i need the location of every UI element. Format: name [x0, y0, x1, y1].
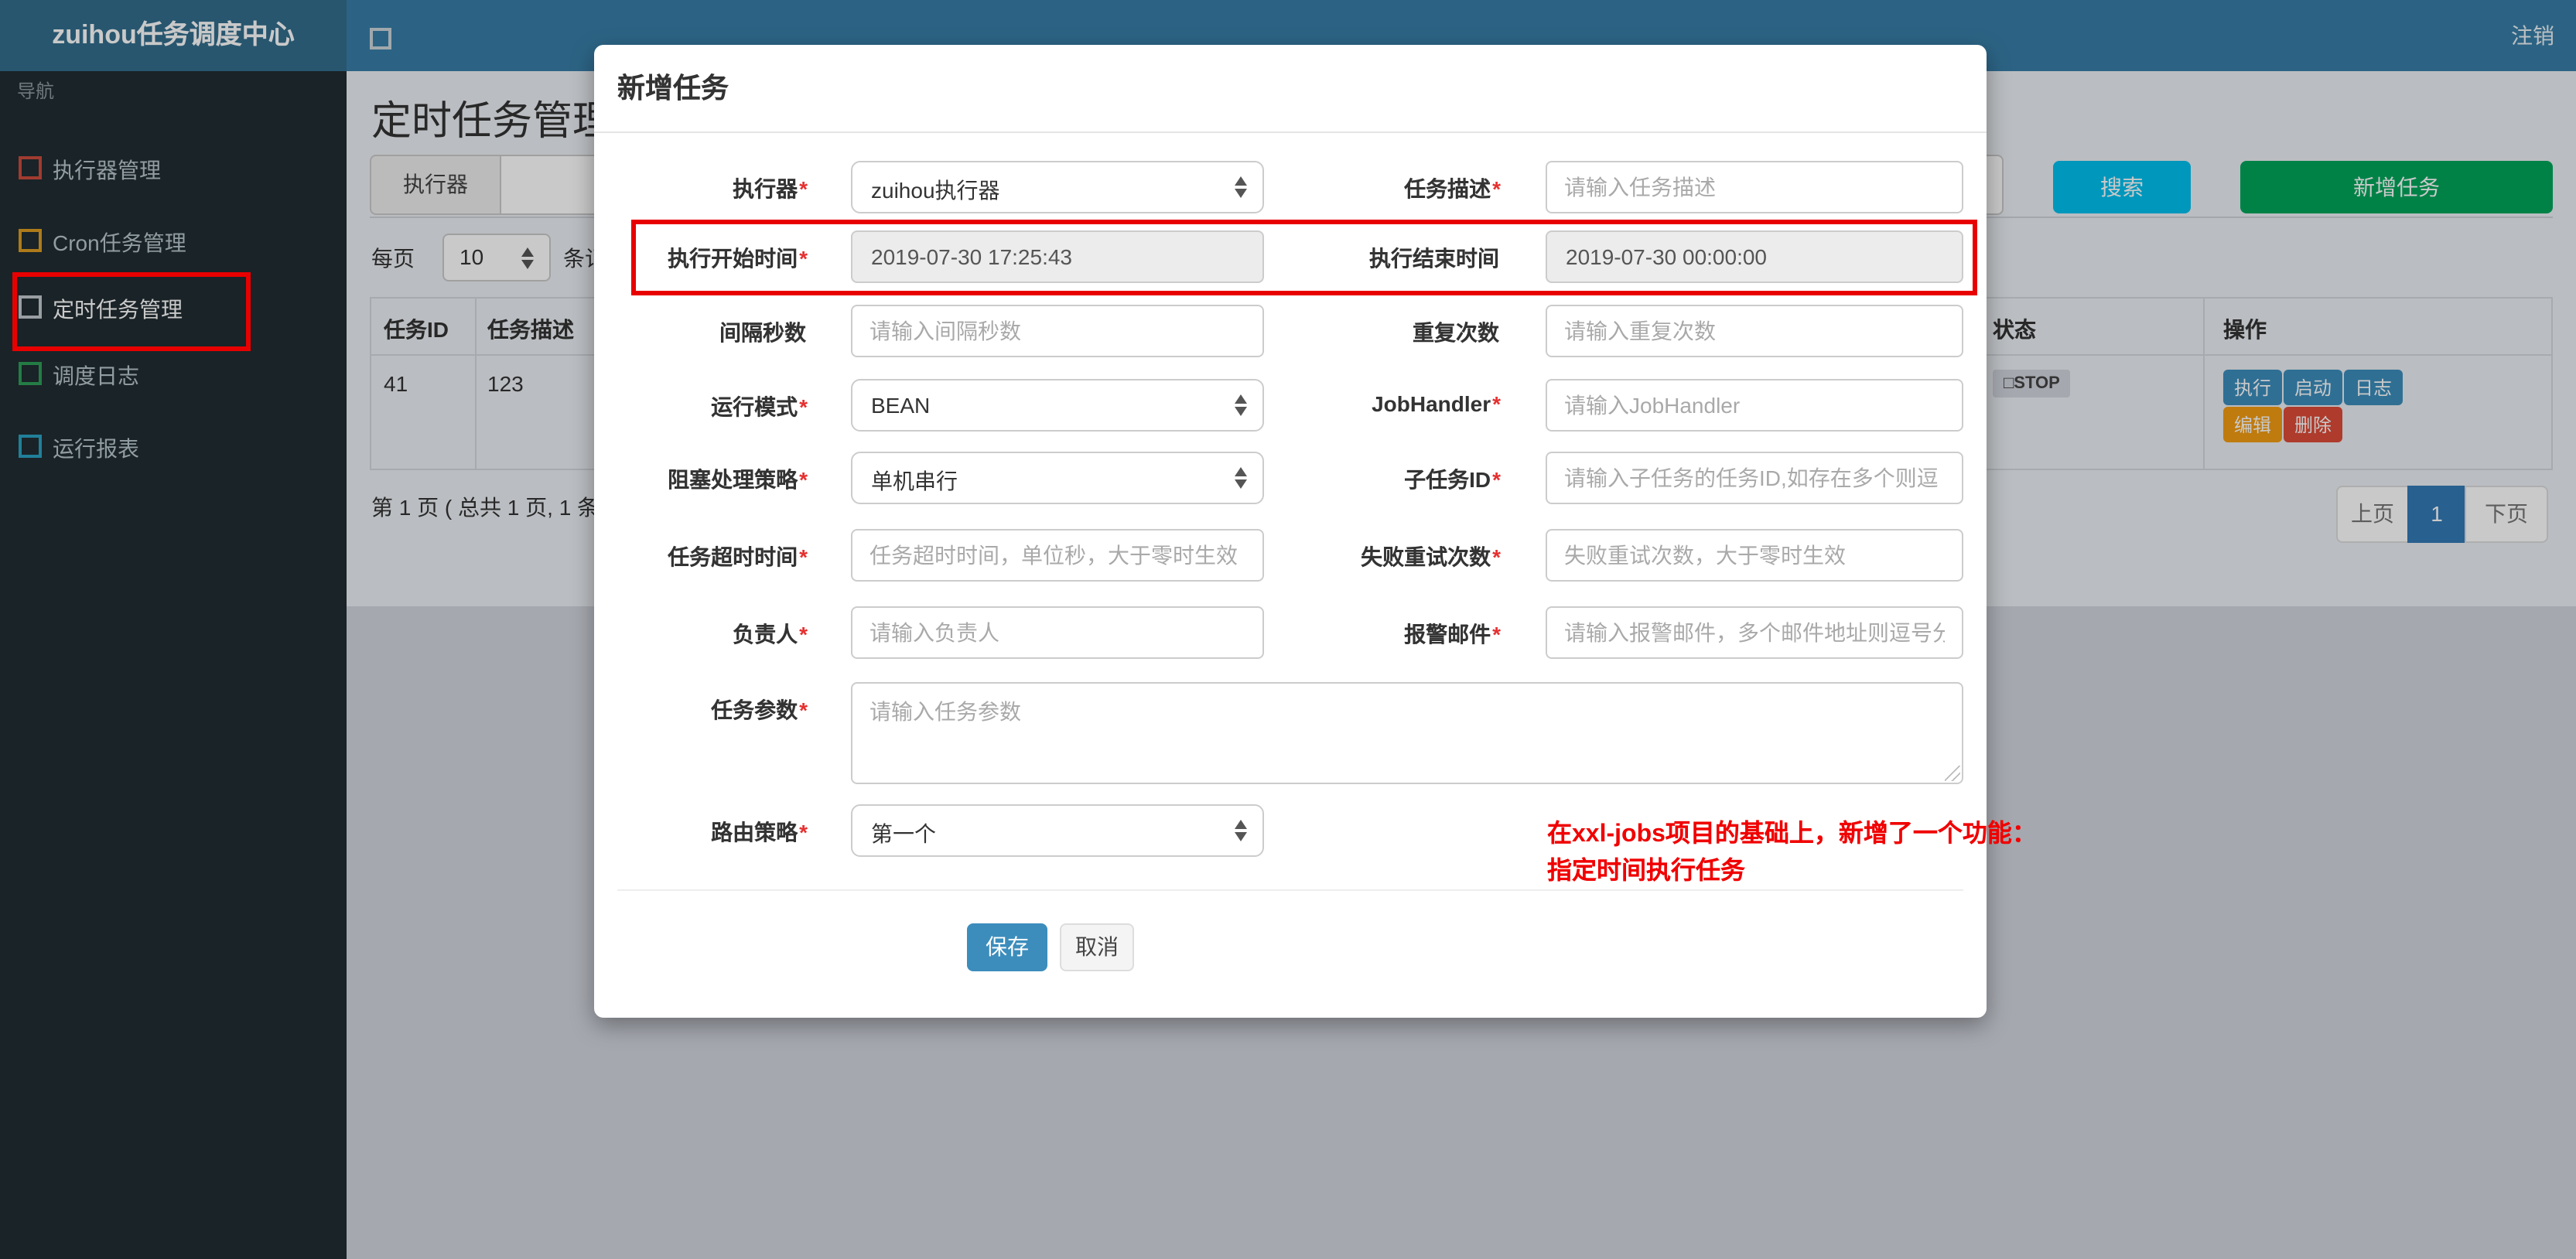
- repeat-count-input[interactable]: [1546, 305, 1963, 357]
- select-arrows-icon: [1235, 818, 1249, 843]
- cancel-button[interactable]: 取消: [1060, 923, 1134, 971]
- field-label-repeat-count: 重复次数: [1413, 320, 1499, 345]
- job-param-textarea[interactable]: [851, 682, 1963, 784]
- alarm-email-input[interactable]: [1546, 606, 1963, 659]
- select-arrows-icon: [1235, 393, 1249, 418]
- select-arrows-icon: [1235, 175, 1249, 200]
- save-button[interactable]: 保存: [967, 923, 1047, 971]
- fail-retry-input[interactable]: [1546, 529, 1963, 582]
- timeout-input[interactable]: [851, 529, 1264, 582]
- field-label-block-strategy: 阻塞处理策略 *: [668, 467, 808, 492]
- note-line-1: 在xxl-jobs项目的基础上，新增了一个功能：: [1547, 821, 2037, 848]
- field-label-route-strategy: 路由策略 *: [711, 820, 808, 844]
- add-task-modal: 新增任务 执行器* zuihou执行器 任务描述* 执行开始时间* 2019-0…: [594, 45, 2037, 1018]
- field-label-job-handler: JobHandler *: [1372, 391, 1501, 416]
- field-label-child-job-id: 子任务ID *: [1404, 467, 1501, 492]
- resize-grip-icon[interactable]: [1945, 766, 1960, 781]
- child-job-id-input[interactable]: [1546, 452, 1963, 504]
- executor-select[interactable]: zuihou执行器: [851, 161, 1264, 213]
- modal-title: 新增任务: [617, 73, 729, 104]
- field-label-job-desc: 任务描述 *: [1404, 176, 1501, 201]
- run-mode-select[interactable]: BEAN: [851, 379, 1264, 432]
- field-label-end-time: 执行结束时间: [1369, 246, 1499, 271]
- owner-input[interactable]: [851, 606, 1264, 659]
- field-label-timeout: 任务超时时间 *: [668, 544, 808, 569]
- field-label-owner: 负责人 *: [733, 622, 808, 647]
- start-time-input[interactable]: 2019-07-30 17:25:43: [851, 230, 1264, 283]
- field-label-start-time: 执行开始时间 *: [668, 246, 808, 271]
- route-strategy-select[interactable]: 第一个: [851, 804, 1264, 857]
- interval-input[interactable]: [851, 305, 1264, 357]
- field-label-interval: 间隔秒数: [719, 320, 806, 345]
- field-label-fail-retry: 失败重试次数 *: [1361, 544, 1501, 569]
- app-root: zuihou任务调度中心 注销 导航 执行器管理 Cron任务管理 定时任务管理…: [0, 0, 2576, 1259]
- modal-header-divider: [594, 131, 1987, 133]
- block-strategy-select[interactable]: 单机串行: [851, 452, 1264, 504]
- field-label-executor: 执行器 *: [733, 176, 808, 201]
- modal-footer-divider: [617, 889, 1963, 891]
- job-handler-input[interactable]: [1546, 379, 1963, 432]
- field-label-run-mode: 运行模式 *: [711, 394, 808, 419]
- note-line-2: 指定时间执行任务: [1547, 858, 1746, 885]
- field-label-alarm-email: 报警邮件 *: [1404, 622, 1501, 647]
- select-arrows-icon: [1235, 466, 1249, 490]
- field-label-job-param: 任务参数 *: [711, 698, 808, 722]
- end-time-input[interactable]: 2019-07-30 00:00:00: [1546, 230, 1963, 283]
- job-desc-input[interactable]: [1546, 161, 1963, 213]
